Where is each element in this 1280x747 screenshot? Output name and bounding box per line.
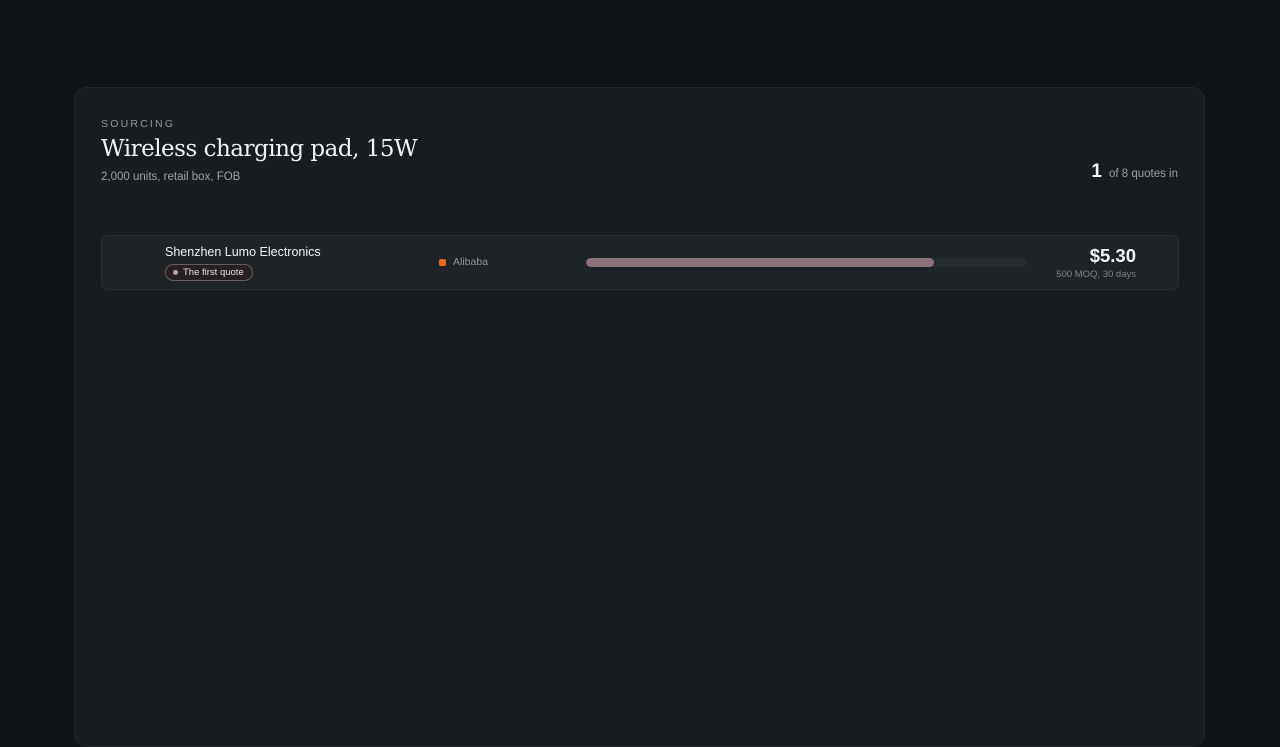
price-bar-fill <box>586 258 935 267</box>
badge-label: The first quote <box>183 267 244 278</box>
quote-row[interactable]: Shenzhen Lumo Electronics The first quot… <box>101 235 1179 290</box>
quote-terms: 500 MOQ, 30 days <box>1056 269 1136 280</box>
sourcing-panel: SOURCING Wireless charging pad, 15W 2,00… <box>74 87 1205 747</box>
source-label: Alibaba <box>453 256 489 268</box>
status-badge: The first quote <box>165 264 253 281</box>
quote-count-value: 1 <box>1091 161 1102 182</box>
quote-counter: 1 of 8 quotes in <box>1091 161 1178 183</box>
section-eyebrow: SOURCING <box>101 118 176 130</box>
quote-source: Alibaba <box>439 256 488 268</box>
quote-price: $5.30 <box>1089 245 1136 266</box>
supplier-name: Shenzhen Lumo Electronics <box>165 245 321 259</box>
page-subtitle: 2,000 units, retail box, FOB <box>101 171 241 183</box>
quote-count-label: of 8 quotes in <box>1108 168 1178 180</box>
page-title: Wireless charging pad, 15W <box>101 136 418 162</box>
source-square-icon <box>439 258 446 266</box>
badge-dot-icon <box>173 270 178 275</box>
price-bar-track <box>586 258 1027 267</box>
